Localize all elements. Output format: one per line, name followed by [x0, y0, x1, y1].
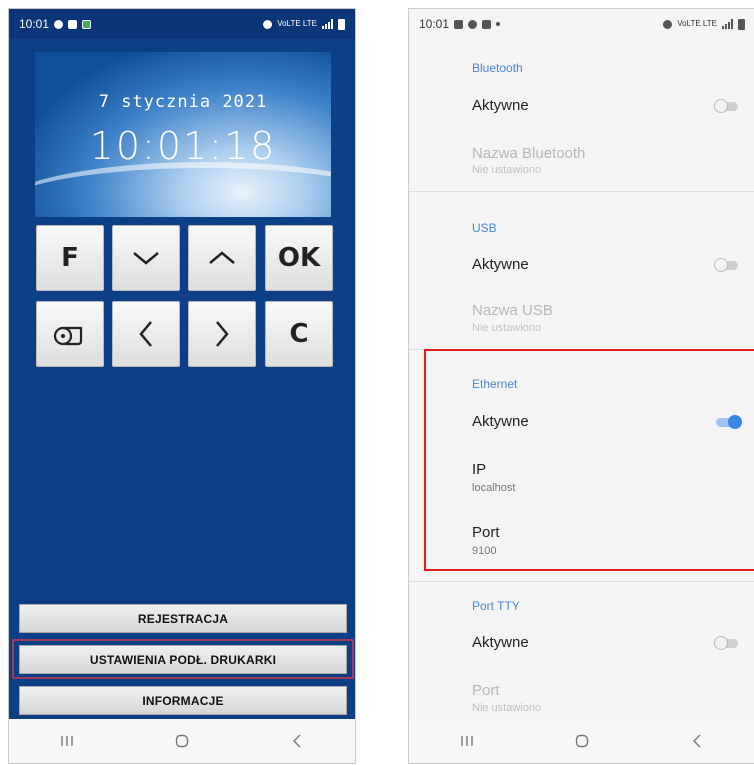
tty-active-label: Aktywne — [472, 634, 529, 651]
key-right[interactable] — [188, 301, 256, 367]
ethernet-active-label: Aktywne — [472, 413, 529, 430]
printer-settings-button[interactable]: USTAWIENIA PODŁ. DRUKARKI — [19, 645, 347, 674]
key-left[interactable] — [112, 301, 180, 367]
divider — [409, 349, 754, 350]
nav-recents[interactable] — [437, 719, 497, 763]
bluetooth-name-label[interactable]: Nazwa Bluetooth — [472, 145, 585, 162]
mute-icon — [663, 19, 673, 29]
toggle-thumb — [728, 415, 742, 429]
clock-date: 7 stycznia 2021 — [98, 92, 268, 112]
key-down[interactable] — [112, 225, 180, 291]
usb-active-label: Aktywne — [472, 256, 529, 273]
more-notifications-icon — [496, 22, 501, 26]
divider — [409, 581, 754, 582]
key-ok[interactable]: OK — [265, 225, 333, 291]
network-type: VoLTE LTE — [677, 19, 717, 28]
back-icon — [293, 734, 301, 748]
app-icon — [82, 19, 92, 29]
navigation-bar — [9, 719, 355, 763]
chevron-left-icon — [139, 321, 152, 347]
clock-time: 10:01:18 — [89, 124, 277, 168]
gallery-icon — [68, 19, 78, 29]
nav-back[interactable] — [667, 719, 727, 763]
ethernet-ip-label[interactable]: IP — [472, 461, 486, 478]
status-bar: 10:01 VoLTE LTE — [9, 9, 355, 39]
signal-icon — [322, 19, 333, 29]
back-icon — [693, 734, 701, 748]
key-c[interactable]: C — [265, 301, 333, 367]
bluetooth-name-value: Nie ustawiono — [472, 164, 542, 176]
nav-back[interactable] — [267, 719, 327, 763]
chevron-right-icon — [216, 321, 229, 347]
gallery-icon — [454, 19, 464, 29]
battery-icon — [738, 18, 745, 30]
tty-port-label[interactable]: Port — [472, 682, 500, 699]
toggle-thumb — [714, 258, 728, 272]
chevron-up-icon — [209, 251, 235, 264]
key-paper-feed[interactable] — [36, 301, 104, 367]
key-f[interactable]: F — [36, 225, 104, 291]
printer-connection-settings-screen: 10:01 VoLTE LTE Bluetooth Aktywne Nazwa … — [408, 8, 754, 764]
toggle-thumb — [714, 99, 728, 113]
status-bar: 10:01 VoLTE LTE — [409, 9, 754, 39]
navigation-bar — [409, 719, 754, 763]
ethernet-port-value: 9100 — [472, 545, 497, 557]
recents-icon — [460, 736, 473, 746]
key-c-label: C — [289, 319, 309, 349]
bluetooth-active-label: Aktywne — [472, 97, 529, 114]
key-up[interactable] — [188, 225, 256, 291]
notification-icon — [54, 19, 64, 29]
bluetooth-active-toggle[interactable] — [714, 99, 740, 113]
home-icon — [175, 734, 189, 748]
section-title-bluetooth: Bluetooth — [472, 61, 523, 75]
tty-active-toggle[interactable] — [714, 636, 740, 650]
app-icon — [482, 19, 492, 29]
tty-port-value: Nie ustawiono — [472, 702, 542, 714]
battery-icon — [338, 18, 345, 30]
recents-icon — [60, 736, 73, 746]
mute-icon — [263, 19, 273, 29]
nav-recents[interactable] — [37, 719, 97, 763]
usb-name-value: Nie ustawiono — [472, 322, 542, 334]
fiscal-printer-screen: 10:01 VoLTE LTE 7 stycznia 2021 10:01:18… — [8, 8, 356, 764]
section-title-tty: Port TTY — [472, 599, 520, 613]
info-button[interactable]: INFORMACJE — [19, 686, 347, 715]
chevron-down-icon — [133, 252, 159, 265]
nav-home[interactable] — [552, 719, 612, 763]
status-time: 10:01 — [419, 17, 450, 31]
notification-icon — [468, 19, 478, 29]
usb-name-label[interactable]: Nazwa USB — [472, 302, 553, 319]
status-time: 10:01 — [19, 17, 50, 31]
register-button[interactable]: REJESTRACJA — [19, 604, 347, 633]
keypad: F OK C — [36, 225, 333, 371]
section-title-usb: USB — [472, 221, 497, 235]
ethernet-port-label[interactable]: Port — [472, 524, 500, 541]
nav-home[interactable] — [152, 719, 212, 763]
ethernet-ip-value: localhost — [472, 482, 516, 494]
ethernet-active-toggle[interactable] — [714, 415, 742, 429]
key-f-label: F — [61, 243, 79, 273]
signal-icon — [722, 19, 733, 29]
clock-display: 7 stycznia 2021 10:01:18 — [35, 52, 331, 217]
paper-feed-icon — [53, 326, 83, 346]
toggle-thumb — [714, 636, 728, 650]
key-ok-label: OK — [277, 243, 321, 273]
divider — [409, 191, 754, 192]
usb-active-toggle[interactable] — [714, 258, 740, 272]
section-title-ethernet: Ethernet — [472, 377, 518, 391]
network-type: VoLTE LTE — [277, 19, 317, 28]
home-icon — [575, 734, 589, 748]
